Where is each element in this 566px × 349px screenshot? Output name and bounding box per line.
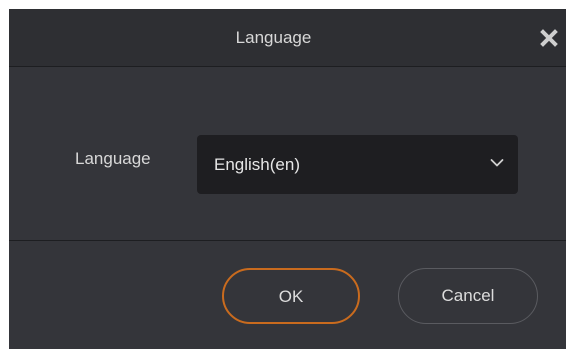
close-icon: [540, 29, 558, 47]
close-button[interactable]: [538, 27, 560, 49]
dialog-titlebar: Language: [9, 9, 566, 67]
dialog-content: Language English(en): [9, 67, 566, 241]
language-dialog: Language Language English(en) OK Cancel: [9, 9, 566, 349]
chevron-down-icon: [490, 158, 504, 168]
dialog-title: Language: [235, 28, 312, 47]
language-select-value: English(en): [214, 155, 300, 174]
cancel-button[interactable]: Cancel: [398, 268, 538, 324]
language-label: Language: [75, 149, 151, 168]
dialog-footer: OK Cancel: [9, 241, 566, 349]
ok-button[interactable]: OK: [222, 268, 360, 324]
language-select[interactable]: English(en): [197, 135, 518, 194]
